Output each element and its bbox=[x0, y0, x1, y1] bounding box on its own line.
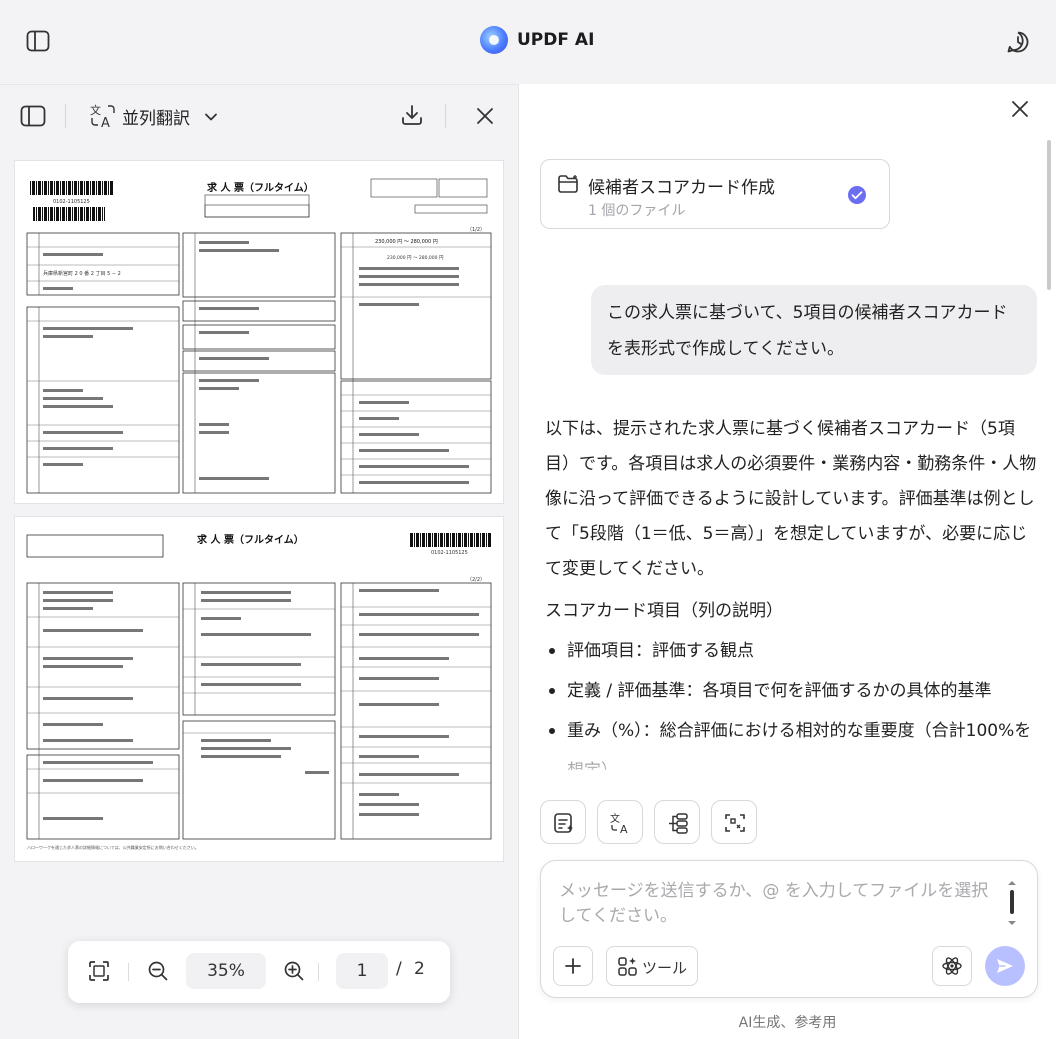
folder-icon bbox=[557, 174, 579, 194]
close-preview-icon[interactable] bbox=[474, 105, 496, 127]
zoom-out-icon[interactable] bbox=[147, 960, 169, 982]
response-fade bbox=[519, 734, 1056, 784]
mindmap-icon bbox=[669, 813, 688, 834]
salary-range-2: 230,000 円 〜 280,000 円 bbox=[387, 255, 444, 261]
list-item: 評価項目：評価する観点 bbox=[545, 631, 1039, 671]
svg-text:文: 文 bbox=[90, 103, 101, 117]
translate-button[interactable]: 文A bbox=[597, 800, 643, 844]
file-task-card[interactable]: 候補者スコアカード作成 1 個のファイル bbox=[540, 159, 890, 229]
file-card-title: 候補者スコアカード作成 bbox=[588, 178, 775, 198]
fit-page-icon[interactable] bbox=[88, 960, 110, 982]
barcode-number: 0102-1105125 bbox=[431, 550, 468, 556]
barcode-number: 0102-1105125 bbox=[53, 199, 90, 205]
svg-text:文: 文 bbox=[610, 812, 620, 825]
plus-icon bbox=[554, 947, 592, 985]
page-mark: （1/2） bbox=[467, 227, 485, 233]
list-item: 定義 / 評価基準：各項目で何を評価するかの具体的基準 bbox=[545, 671, 1039, 711]
composer-scrollbar[interactable] bbox=[1006, 879, 1018, 929]
barcode-image bbox=[409, 533, 491, 547]
toolbar-divider bbox=[445, 104, 446, 128]
zoom-divider bbox=[128, 963, 129, 981]
zoom-divider bbox=[318, 963, 319, 981]
chat-history-icon[interactable] bbox=[1006, 30, 1030, 54]
document-page-1[interactable]: 0102-1105125 求 人 票（フルタイム） 兵庫県新宮町 2 0 番 2… bbox=[15, 161, 503, 503]
message-input[interactable] bbox=[559, 879, 1004, 939]
app-title: UPDF AI bbox=[517, 30, 595, 50]
preview-toolbar: 文A 並列翻訳 bbox=[0, 85, 518, 147]
chat-scrollbar[interactable] bbox=[1047, 140, 1051, 290]
close-chat-icon[interactable] bbox=[1009, 98, 1031, 120]
current-page-input[interactable]: 1 bbox=[336, 953, 388, 989]
send-icon bbox=[985, 946, 1025, 986]
page2-title: 求 人 票（フルタイム） bbox=[197, 533, 304, 546]
scan-icon bbox=[725, 814, 745, 832]
toolbar-divider bbox=[65, 104, 66, 128]
parallel-translation-label[interactable]: 並列翻訳 bbox=[122, 104, 190, 129]
zoom-level[interactable]: 35% bbox=[186, 953, 266, 989]
mindmap-button[interactable] bbox=[654, 800, 700, 844]
ai-chat-panel: 候補者スコアカード作成 1 個のファイル この求人票に基づいて、5項目の候補者ス… bbox=[518, 84, 1056, 1039]
page-separator: / bbox=[396, 959, 402, 979]
ocr-scan-button[interactable] bbox=[711, 800, 757, 844]
page-mark: （2/2） bbox=[467, 577, 485, 583]
download-icon[interactable] bbox=[400, 103, 424, 127]
model-select-button[interactable] bbox=[932, 946, 972, 986]
zoom-toolbar: 35% 1 / 2 bbox=[68, 941, 450, 1003]
total-pages: 2 bbox=[414, 959, 425, 979]
zoom-in-icon[interactable] bbox=[283, 960, 305, 982]
svg-text:A: A bbox=[101, 116, 110, 130]
response-intro: 以下は、提示された求人票に基づく候補者スコアカード（5項目）です。各項目は求人の… bbox=[545, 419, 1037, 579]
tools-button[interactable]: ツール bbox=[606, 946, 698, 986]
title-bar: UPDF AI bbox=[0, 0, 1056, 84]
send-button[interactable] bbox=[985, 946, 1025, 986]
check-circle-icon bbox=[847, 185, 867, 205]
response-heading: スコアカード項目（列の説明） bbox=[545, 601, 783, 621]
thumbnail-toggle-icon[interactable] bbox=[20, 105, 46, 127]
page1-title: 求 人 票（フルタイム） bbox=[207, 181, 314, 194]
ai-disclaimer: AI生成、参考用 bbox=[738, 1015, 837, 1031]
tools-grid-icon bbox=[618, 957, 637, 976]
document-preview-panel: 文A 並列翻訳 0102-1105125 求 人 票（フルタイム） 兵庫県新宮町… bbox=[0, 84, 518, 1039]
translate-icon: 文A bbox=[610, 812, 628, 834]
chevron-down-icon[interactable] bbox=[204, 109, 218, 123]
document-page-2[interactable]: 求 人 票（フルタイム） 0102-1105125 （2/2） ハローワークを通… bbox=[15, 517, 503, 861]
atom-icon bbox=[933, 947, 971, 985]
summarize-button[interactable] bbox=[540, 800, 586, 844]
file-card-subtitle: 1 個のファイル bbox=[588, 203, 686, 219]
add-attachment-button[interactable] bbox=[553, 946, 593, 986]
tools-label: ツール bbox=[642, 959, 688, 977]
ai-response: 以下は、提示された求人票に基づく候補者スコアカード（5項目）です。各項目は求人の… bbox=[545, 412, 1039, 770]
svg-text:A: A bbox=[620, 823, 628, 834]
company-address: 兵庫県新宮町 2 0 番 2 丁目 5 − 2 bbox=[43, 270, 121, 277]
user-message: この求人票に基づいて、5項目の候補者スコアカードを表形式で作成してください。 bbox=[591, 285, 1037, 375]
page2-footer-note: ハローワークを通じた求人票の詳細情報については、公共職業安定所にお問い合わせくだ… bbox=[27, 844, 199, 850]
translate-icon[interactable]: 文A bbox=[90, 102, 116, 131]
salary-range: 230,000 円 〜 280,000 円 bbox=[375, 239, 438, 245]
document-sparkle-icon bbox=[554, 813, 573, 833]
message-composer: ツール bbox=[540, 860, 1038, 998]
updf-logo-icon bbox=[480, 26, 508, 54]
sidebar-panel-icon[interactable] bbox=[26, 30, 50, 52]
